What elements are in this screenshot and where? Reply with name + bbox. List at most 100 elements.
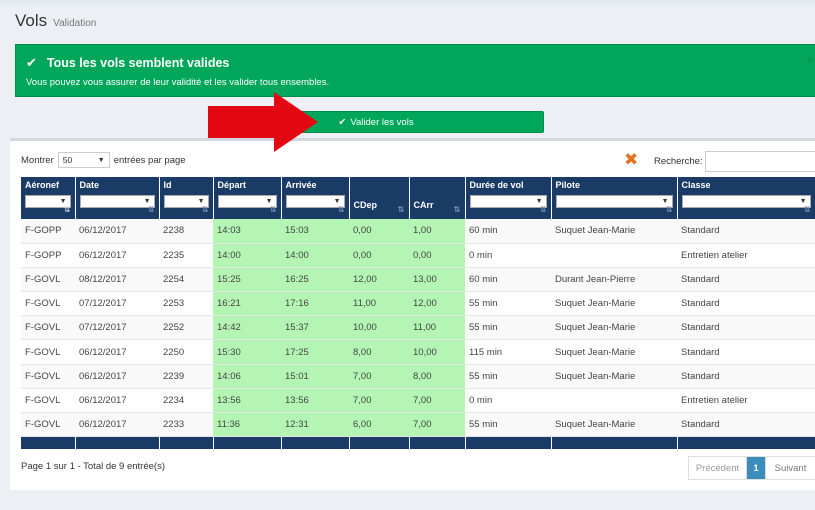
cell-depart: 14:06 [213, 364, 281, 389]
pagination-previous[interactable]: Précédent [689, 457, 747, 479]
table-row[interactable]: F-GOPP 06/12/2017 2238 14:03 15:03 0,00 1,00 60… [21, 219, 815, 244]
cell-aeronef: F-GOVL [21, 291, 75, 317]
cell-arrivee: 15:37 [281, 315, 349, 341]
cell-carr: 10,00 [409, 339, 465, 365]
cell-cdep: 7,00 [349, 388, 409, 414]
column-filter-select[interactable]: ▼ [79, 195, 155, 208]
flights-table: Aéronef ▼ ⇅ Date ▼ ⇅ Id ▼ ⇅ Départ ▼ ⇅ A… [21, 177, 815, 449]
cell-classe: Standard [677, 267, 815, 293]
table-row[interactable]: F-GOVL 06/12/2017 2250 15:30 17:25 8,00 10,00 1… [21, 339, 815, 365]
column-filter-select[interactable]: ▼ [681, 195, 811, 208]
cell-carr: 13,00 [409, 267, 465, 293]
column-filter-select[interactable]: ▼ [469, 195, 547, 208]
table-row[interactable]: F-GOVL 06/12/2017 2233 11:36 12:31 6,00 7,00 55… [21, 412, 815, 438]
cell-carr: 12,00 [409, 291, 465, 317]
cell-date: 08/12/2017 [75, 267, 159, 293]
cell-depart: 14:00 [213, 243, 281, 268]
column-header-date[interactable]: Date ▼ ⇅ [75, 177, 160, 219]
table-row[interactable]: F-GOVL 07/12/2017 2252 14:42 15:37 10,00 11,00… [21, 315, 815, 341]
cell-pilote: Suquet Jean-Marie [551, 315, 677, 341]
cell-id: 2250 [159, 339, 213, 365]
sort-icon: ⇅ [201, 205, 209, 214]
sort-icon: ⇅ [453, 205, 461, 214]
column-label: Pilote [555, 180, 581, 190]
cell-id: 2253 [159, 291, 213, 317]
table-row[interactable]: F-GOVL 06/12/2017 2239 14:06 15:01 7,00 8,00 55… [21, 364, 815, 389]
cell-arrivee: 15:03 [281, 219, 349, 244]
cell-pilote: Suquet Jean-Marie [551, 412, 677, 438]
cell-cdep: 0,00 [349, 219, 409, 244]
alert-heading: ✔ Tous les vols semblent valides [26, 55, 229, 71]
cell-carr: 1,00 [409, 219, 465, 244]
search-input[interactable] [705, 151, 815, 172]
alert-close-icon[interactable]: × [807, 55, 813, 66]
red-arrow-annotation [208, 92, 318, 152]
cell-id: 2238 [159, 219, 213, 244]
column-header-carr[interactable]: CArr ⇅ [409, 177, 466, 219]
cell-aeronef: F-GOVL [21, 267, 75, 293]
cell-depart: 11:36 [213, 412, 281, 438]
cell-date: 07/12/2017 [75, 315, 159, 341]
column-filter-select[interactable]: ▼ [217, 195, 277, 208]
alert-title: Tous les vols semblent valides [46, 56, 230, 70]
page-header: Vols Validation [15, 11, 96, 31]
cell-arrivee: 13:56 [281, 388, 349, 414]
cell-classe: Standard [677, 315, 815, 341]
cell-cdep: 7,00 [349, 364, 409, 389]
sort-icon: ⇅ [147, 205, 155, 214]
cell-depart: 14:42 [213, 315, 281, 341]
cell-carr: 11,00 [409, 315, 465, 341]
cell-classe: Standard [677, 339, 815, 365]
cell-cdep: 11,00 [349, 291, 409, 317]
page-length-value: 50 [62, 155, 73, 165]
pagination-next[interactable]: Suivant [765, 457, 815, 479]
cell-date: 06/12/2017 [75, 412, 159, 438]
column-header-id[interactable]: Id ▼ ⇅ [159, 177, 214, 219]
cell-duree: 55 min [465, 364, 551, 389]
cell-pilote [551, 388, 677, 414]
column-header-cdep[interactable]: CDep ⇅ [349, 177, 410, 219]
column-label: Date [79, 180, 100, 190]
cell-pilote: Suquet Jean-Marie [551, 364, 677, 389]
cell-aeronef: F-GOVL [21, 388, 75, 414]
page-length-select[interactable]: 50 ▼ [57, 152, 110, 168]
column-header-pilote[interactable]: Pilote ▼ ⇅ [551, 177, 678, 219]
cell-arrivee: 15:01 [281, 364, 349, 389]
column-label: Arrivée [285, 180, 317, 190]
cell-arrivee: 14:00 [281, 243, 349, 268]
cell-arrivee: 17:25 [281, 339, 349, 365]
table-row[interactable]: F-GOVL 08/12/2017 2254 15:25 16:25 12,00 13,00… [21, 267, 815, 293]
column-filter-select[interactable]: ▼ [285, 195, 345, 208]
cell-cdep: 10,00 [349, 315, 409, 341]
column-filter-select[interactable]: ▼ [555, 195, 673, 208]
column-label: Classe [681, 180, 711, 190]
cell-arrivee: 16:25 [281, 267, 349, 293]
cell-cdep: 12,00 [349, 267, 409, 293]
cell-id: 2239 [159, 364, 213, 389]
check-icon: ✔ [338, 116, 347, 128]
column-header-depart[interactable]: Départ ▼ ⇅ [213, 177, 282, 219]
table-row[interactable]: F-GOPP 06/12/2017 2235 14:00 14:00 0,00 0,00 0 … [21, 243, 815, 268]
caret-down-icon: ▼ [97, 156, 105, 164]
cell-pilote: Suquet Jean-Marie [551, 291, 677, 317]
cell-arrivee: 12:31 [281, 412, 349, 438]
clear-filters-icon[interactable]: ✖ [624, 150, 638, 170]
table-row[interactable]: F-GOVL 07/12/2017 2253 16:21 17:16 11,00 12,00… [21, 291, 815, 317]
cell-carr: 7,00 [409, 412, 465, 438]
pagination-page-current[interactable]: 1 [747, 457, 765, 479]
column-header-arrivee[interactable]: Arrivée ▼ ⇅ [281, 177, 350, 219]
cell-date: 06/12/2017 [75, 243, 159, 268]
column-header-duree[interactable]: Durée de vol ▼ ⇅ [465, 177, 552, 219]
table-row[interactable]: F-GOVL 06/12/2017 2234 13:56 13:56 7,00 7,00 0 … [21, 388, 815, 414]
cell-depart: 14:03 [213, 219, 281, 244]
column-header-classe[interactable]: Classe ▼ ⇅ [677, 177, 815, 219]
cell-classe: Standard [677, 412, 815, 438]
column-label: Départ [217, 180, 247, 190]
top-bar [0, 0, 815, 6]
cell-cdep: 6,00 [349, 412, 409, 438]
cell-classe: Standard [677, 219, 815, 244]
column-header-aeronef[interactable]: Aéronef ▼ ⇅ [21, 177, 76, 219]
cell-aeronef: F-GOPP [21, 219, 75, 244]
cell-aeronef: F-GOPP [21, 243, 75, 268]
cell-aeronef: F-GOVL [21, 339, 75, 365]
